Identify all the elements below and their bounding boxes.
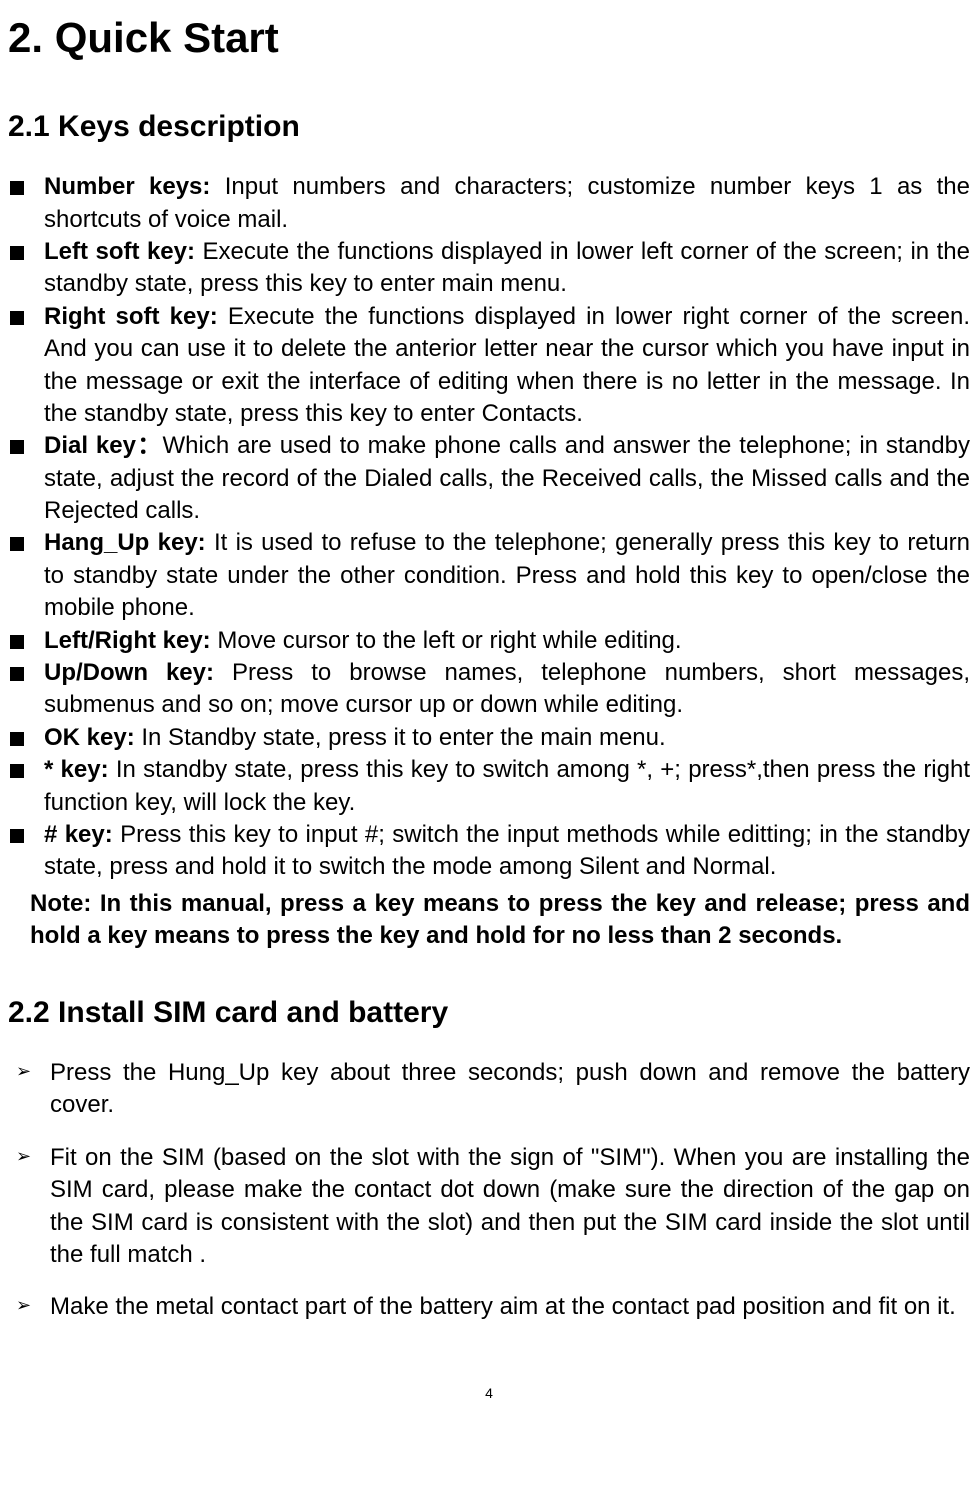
key-label: Hang_Up key:: [44, 529, 206, 556]
key-label: * key:: [44, 756, 109, 783]
list-item: Fit on the SIM (based on the slot with t…: [8, 1142, 970, 1272]
page-number: 4: [8, 1384, 970, 1403]
key-label: # key:: [44, 821, 113, 848]
steps-list: Press the Hung_Up key about three second…: [8, 1057, 970, 1324]
key-label: Left soft key:: [44, 238, 195, 265]
key-label: Number keys:: [44, 173, 210, 200]
list-item: OK key: In Standby state, press it to en…: [8, 722, 970, 754]
list-item: Press the Hung_Up key about three second…: [8, 1057, 970, 1122]
list-item: # key: Press this key to input #; switch…: [8, 819, 970, 884]
page-title: 2. Quick Start: [8, 10, 970, 67]
key-label: Dial key：: [44, 432, 162, 459]
note-text: Note: In this manual, press a key means …: [8, 888, 970, 953]
key-label: Up/Down key:: [44, 659, 214, 686]
key-text: In standby state, press this key to swit…: [44, 756, 970, 815]
list-item: * key: In standby state, press this key …: [8, 754, 970, 819]
key-label: OK key:: [44, 724, 135, 751]
list-item: Dial key：Which are used to make phone ca…: [8, 430, 970, 527]
key-text: Which are used to make phone calls and a…: [44, 432, 970, 524]
section-heading-keys: 2.1 Keys description: [8, 107, 970, 148]
key-text: Move cursor to the left or right while e…: [211, 627, 682, 654]
list-item: Left soft key: Execute the functions dis…: [8, 236, 970, 301]
section-heading-install: 2.2 Install SIM card and battery: [8, 993, 970, 1034]
key-text: Press this key to input #; switch the in…: [44, 821, 970, 880]
keys-list: Number keys: Input numbers and character…: [8, 171, 970, 884]
key-text: In Standby state, press it to enter the …: [135, 724, 666, 751]
list-item: Up/Down key: Press to browse names, tele…: [8, 657, 970, 722]
key-label: Left/Right key:: [44, 627, 211, 654]
list-item: Right soft key: Execute the functions di…: [8, 301, 970, 431]
list-item: Hang_Up key: It is used to refuse to the…: [8, 527, 970, 624]
list-item: Make the metal contact part of the batte…: [8, 1291, 970, 1323]
key-label: Right soft key:: [44, 303, 218, 330]
list-item: Left/Right key: Move cursor to the left …: [8, 625, 970, 657]
list-item: Number keys: Input numbers and character…: [8, 171, 970, 236]
